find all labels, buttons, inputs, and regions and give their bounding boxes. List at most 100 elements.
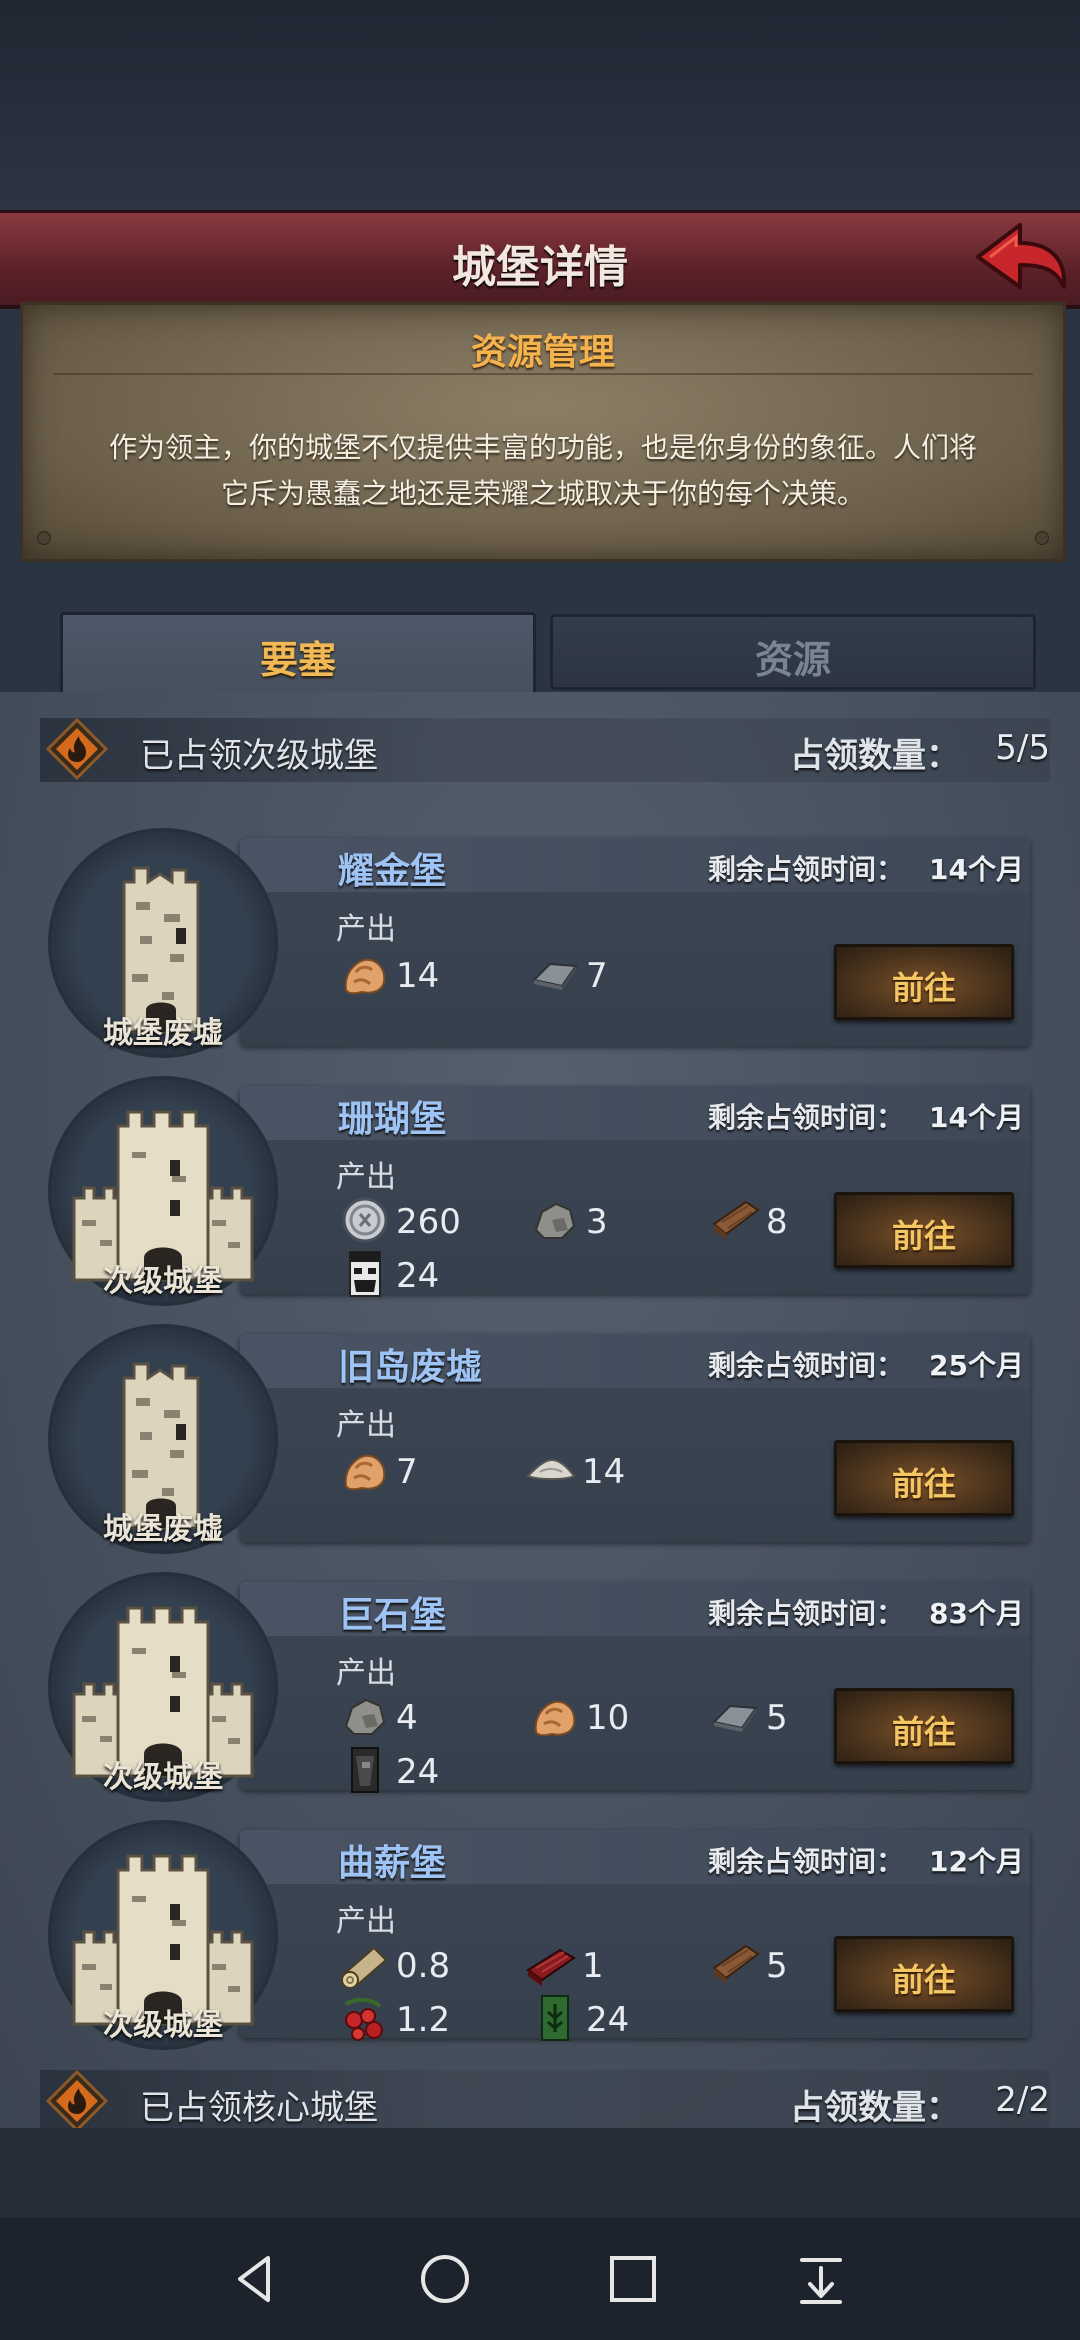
soldier-banner-icon [349, 1251, 381, 1297]
output-label: 产出 [336, 1408, 396, 1443]
goto-button[interactable]: 前往 [834, 1936, 1014, 2012]
resource-item: 10 [530, 1692, 650, 1740]
castle-type: 次级城堡 [103, 1264, 223, 1299]
remaining-time-value: 25个月 [929, 1349, 1024, 1382]
castle-card: 巨石堡 剩余占领时间： 83个月 产出 4 10 5 24 前往 次级城堡 [40, 1572, 1040, 1802]
resource-item: 24 [340, 1250, 460, 1298]
rivet-icon [37, 531, 51, 545]
flame-emblem-icon [46, 718, 108, 780]
section-header-core: 已占领核心城堡 占领数量： 2/2 [40, 2070, 1050, 2128]
castle-card: 耀金堡 剩余占领时间： 14个月 产出 14 7 前往 城堡废墟 [40, 828, 1040, 1058]
iron-ingot-icon [531, 962, 578, 990]
card-panel: 旧岛废墟 剩余占领时间： 25个月 产出 7 14 前往 [240, 1334, 1030, 1542]
goto-label: 前往 [891, 1961, 956, 1999]
resource-item: 7 [340, 1446, 460, 1494]
ore-icon [344, 958, 386, 995]
goto-label: 前往 [891, 969, 956, 1007]
resource-value: 1 [582, 1946, 604, 1986]
castle-name: 旧岛废墟 [338, 1347, 483, 1388]
divider [53, 373, 1033, 375]
count-label: 占领数量： [790, 2088, 960, 2128]
resource-value: 24 [396, 1752, 440, 1792]
output-label: 产出 [336, 912, 396, 947]
green-banner-icon [541, 1995, 569, 2041]
page-title: 城堡详情 [452, 242, 628, 293]
back-arrow-icon[interactable] [970, 217, 1070, 301]
output-label: 产出 [336, 1656, 396, 1691]
home-nav-icon[interactable] [410, 2244, 480, 2314]
resource-item: 8 [710, 1196, 830, 1244]
resource-item: 1.2 [340, 1994, 470, 2042]
recents-nav-icon[interactable] [598, 2244, 668, 2314]
goto-button[interactable]: 前往 [834, 944, 1014, 1020]
resource-item: 14 [526, 1446, 646, 1494]
card-panel: 巨石堡 剩余占领时间： 83个月 产出 4 10 5 24 前往 [240, 1582, 1030, 1793]
castle-medallion: 城堡废墟 [48, 828, 278, 1058]
section-header-secondary: 已占领次级城堡 占领数量： 5/5 [40, 718, 1050, 782]
output-label: 产出 [336, 1904, 396, 1939]
resource-value: 5 [766, 1698, 788, 1738]
intro-line-2: 它斥为愚蠢之地还是荣耀之城取决于你的每个决策。 [220, 477, 865, 510]
card-panel: 珊瑚堡 剩余占领时间： 14个月 产出 260 3 8 24 前往 [240, 1086, 1030, 1297]
resource-value: 7 [586, 956, 608, 996]
ore-icon [344, 1454, 386, 1491]
goto-button[interactable]: 前往 [834, 1192, 1014, 1268]
wood-plank-icon [712, 1200, 760, 1240]
remaining-time-label: 剩余占领时间： [707, 1845, 904, 1878]
castle-type: 城堡废墟 [103, 1512, 223, 1547]
dark-banner-icon [351, 1747, 379, 1793]
remaining-time-label: 剩余占领时间： [707, 853, 904, 886]
remaining-time-label: 剩余占领时间： [707, 1597, 904, 1630]
resource-value: 0.8 [396, 1946, 451, 1986]
resource-item: 24 [530, 1994, 650, 2042]
resource-item: 24 [340, 1746, 460, 1794]
silver-coin-icon [342, 1197, 388, 1243]
resource-value: 7 [396, 1452, 418, 1492]
count-value: 2/2 [995, 2080, 1050, 2120]
tab-label: 要塞 [259, 638, 336, 682]
section-title: 已占领核心城堡 [140, 2088, 378, 2128]
castle-medallion: 城堡废墟 [48, 1324, 278, 1554]
stone-icon [534, 1202, 576, 1239]
remaining-time-value: 83个月 [929, 1597, 1024, 1630]
castle-name: 耀金堡 [338, 851, 447, 892]
resource-value: 3 [586, 1202, 608, 1242]
tab-resource[interactable]: 资源 [550, 614, 1036, 690]
system-nav-bar [0, 2218, 1080, 2340]
stone-icon [344, 1698, 386, 1735]
remaining-time-value: 14个月 [929, 853, 1024, 886]
intro-parchment: 资源管理 作为领主，你的城堡不仅提供丰富的功能，也是你身份的象征。人们将 它斥为… [20, 302, 1066, 562]
castle-type: 次级城堡 [103, 1760, 223, 1795]
tab-fortress[interactable]: 要塞 [60, 612, 536, 699]
red-wood-icon [526, 1948, 576, 1986]
flame-emblem-icon [46, 2070, 108, 2128]
resource-value: 4 [396, 1698, 418, 1738]
resource-value: 8 [766, 1202, 788, 1242]
remaining-time-value: 14个月 [929, 1101, 1024, 1134]
resource-item: 4 [340, 1692, 460, 1740]
goto-label: 前往 [891, 1465, 956, 1503]
castle-name: 巨石堡 [338, 1595, 447, 1636]
castle-card: 旧岛废墟 剩余占领时间： 25个月 产出 7 14 前往 城堡废墟 [40, 1324, 1040, 1554]
back-nav-icon[interactable] [222, 2244, 292, 2314]
remaining-time-label: 剩余占领时间： [707, 1349, 904, 1382]
remaining-time-label: 剩余占领时间： [707, 1101, 904, 1134]
castle-type: 次级城堡 [103, 2008, 223, 2043]
notification-pulldown-icon[interactable] [786, 2244, 856, 2314]
castle-list[interactable]: 已占领次级城堡 占领数量： 5/5 耀金堡 剩余占领时间： 14个月 产出 14… [0, 692, 1080, 2128]
goto-label: 前往 [891, 1217, 956, 1255]
intro-heading: 资源管理 [470, 332, 615, 373]
iron-ingot-icon [711, 1704, 758, 1732]
log-icon [341, 1946, 388, 1988]
castle-medallion: 次级城堡 [48, 1076, 278, 1306]
intro-text: 作为领主，你的城堡不仅提供丰富的功能，也是你身份的象征。人们将 它斥为愚蠢之地还… [63, 425, 1023, 517]
castle-name: 珊瑚堡 [338, 1099, 447, 1140]
remaining-time-value: 12个月 [929, 1845, 1024, 1878]
resource-value: 24 [586, 2000, 630, 2040]
castle-medallion: 次级城堡 [48, 1572, 278, 1802]
wood-plank-icon [712, 1944, 760, 1984]
resource-item: 14 [340, 950, 460, 998]
goto-button[interactable]: 前往 [834, 1688, 1014, 1764]
goto-button[interactable]: 前往 [834, 1440, 1014, 1516]
count-label: 占领数量： [790, 736, 960, 776]
